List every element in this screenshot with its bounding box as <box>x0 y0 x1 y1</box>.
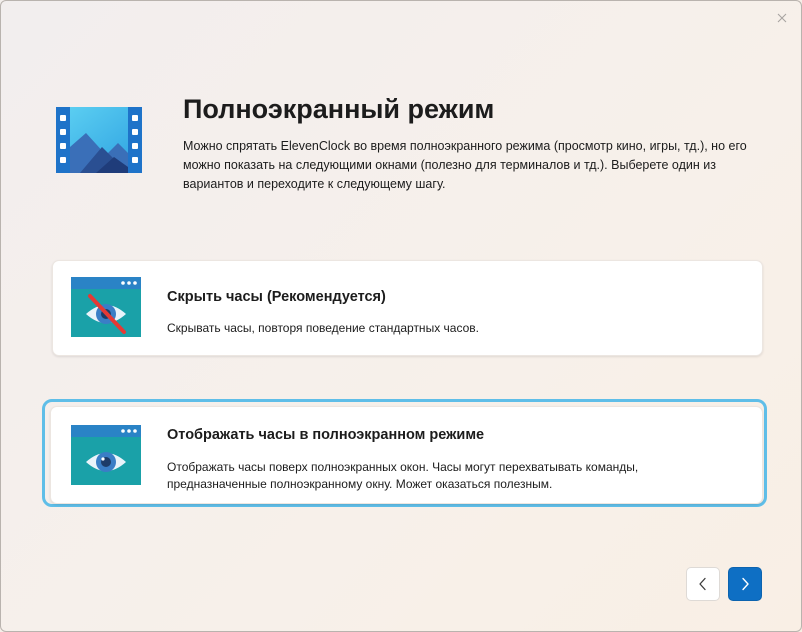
back-button[interactable] <box>686 567 720 601</box>
option-title: Отображать часы в полноэкранном режиме <box>167 427 485 443</box>
option-description: Скрывать часы, повторя поведение стандар… <box>167 321 479 335</box>
option-description: Отображать часы поверх полноэкранных око… <box>167 460 639 491</box>
chevron-right-icon <box>742 577 749 591</box>
film-landscape-icon <box>56 107 142 173</box>
setup-window: Полноэкранный режим Можно спрятать Eleve… <box>0 0 802 632</box>
option-show-clock[interactable]: Отображать часы в полноэкранном режиме О… <box>50 406 763 504</box>
option-title: Скрыть часы (Рекомендуется) <box>167 289 386 305</box>
eye-crossed-window-icon <box>71 277 141 337</box>
close-icon <box>777 13 787 23</box>
close-button[interactable] <box>771 7 793 29</box>
option-hide-clock[interactable]: Скрыть часы (Рекомендуется) Скрывать час… <box>52 260 763 356</box>
eye-window-icon <box>71 425 141 485</box>
page-title: Полноэкранный режим <box>183 94 495 124</box>
chevron-left-icon <box>699 577 706 591</box>
page-description: Можно спрятать ElevenClock во время полн… <box>183 139 747 191</box>
next-button[interactable] <box>728 567 762 601</box>
